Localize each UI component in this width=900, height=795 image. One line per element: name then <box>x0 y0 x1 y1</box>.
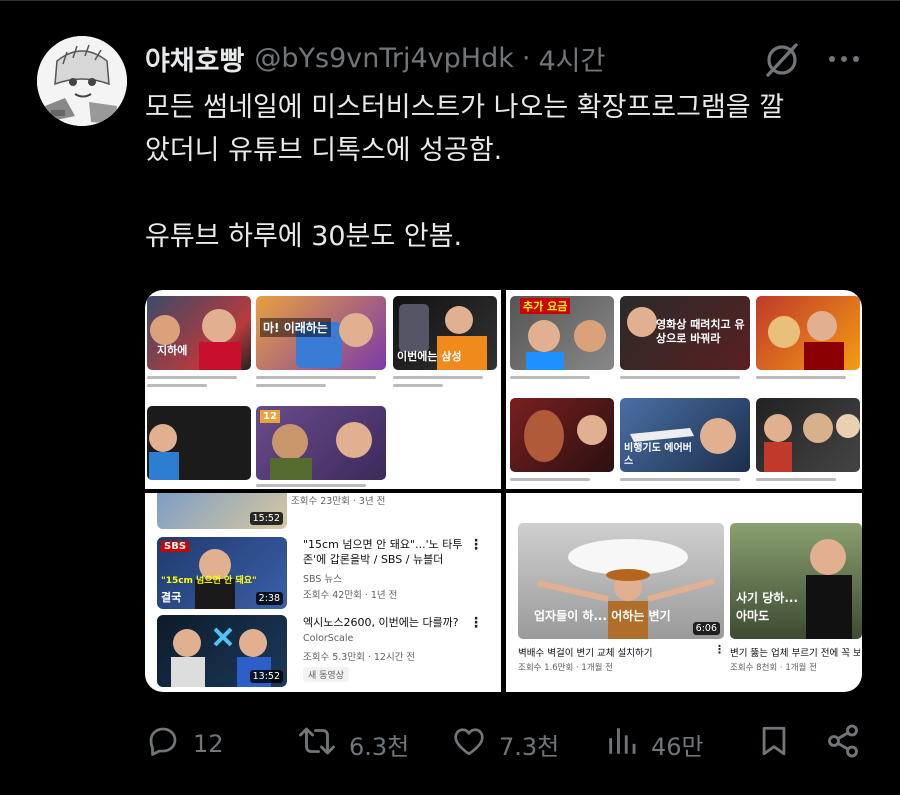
tweet[interactable]: 야채호빵 @bYs9vnTrj4vpHdk · 4시간 모든 썸네일에 미스터비… <box>0 0 900 795</box>
video-meta: 조회수 1.6만회 · 1개월 전 <box>518 663 613 673</box>
video-thumbnail <box>756 398 860 472</box>
repost-button[interactable]: 6.3천 <box>297 722 409 766</box>
meta-line <box>756 376 846 379</box>
views-count: 46만 <box>651 732 704 761</box>
video-meta: 조회수 23만회 · 3년 전 <box>291 496 386 507</box>
video-meta: 조회수 8천회 · 1개월 전 <box>730 663 817 673</box>
screenshot-panel-top-left: 지하에 마! 이래하는 이번에는 삼성 12 <box>145 290 501 489</box>
more-options-icon[interactable]: ⋮ <box>469 537 483 553</box>
screenshot-panel-bottom-left: 15:52 조회수 23만회 · 3년 전 SBS "15cm 넘으면 안 돼요… <box>145 493 501 692</box>
meta-line <box>256 484 366 487</box>
video-meta: 조회수 5.3만회 · 12시간 전 <box>303 652 416 663</box>
meta-line <box>756 478 836 481</box>
video-thumbnail: 이번에는 삼성 <box>393 296 497 370</box>
video-thumbnail: 마! 이래하는 <box>256 296 386 370</box>
views-icon <box>605 723 651 765</box>
meta-line <box>256 376 376 379</box>
thumb-text: 추가 요금 <box>520 298 571 314</box>
video-title[interactable]: "15cm 넘으면 안 돼요"...'노 타투 존'에 갑론을박 / SBS /… <box>303 537 473 567</box>
thumb-text: 마! 이래하는 <box>260 318 331 337</box>
repost-icon <box>297 723 349 765</box>
video-thumbnail <box>510 398 614 472</box>
meta-line <box>147 384 207 387</box>
video-title[interactable]: 엑시노스2600, 이번에는 다를까? <box>303 615 473 630</box>
like-count: 7.3천 <box>499 732 560 761</box>
video-duration: 6:06 <box>692 622 720 635</box>
video-thumbnail: SBS "15cm 넘으면 안 돼요" 결국 2:38 <box>157 537 287 609</box>
author-handle[interactable]: @bYs9vnTrj4vpHdk <box>254 43 513 74</box>
repost-count: 6.3천 <box>349 732 410 761</box>
video-thumbnail: 13:52 <box>157 615 287 687</box>
author-name[interactable]: 야채호빵 <box>145 39 244 78</box>
meta-line <box>510 478 590 481</box>
video-thumbnail: 12 <box>256 406 386 480</box>
video-meta: 조회수 42만회 · 1년 전 <box>303 590 398 601</box>
tweet-header: 야채호빵 @bYs9vnTrj4vpHdk · 4시간 <box>145 39 605 78</box>
screenshot-panel-top-right: 추가 요금 영화상 때려치고 유상으로 바꿔라 비행기도 에어버스 <box>506 290 862 489</box>
thumb-caption: "15cm 넘으면 안 돼요" <box>161 576 257 586</box>
thumb-badge: 12 <box>260 410 280 423</box>
share-icon <box>825 723 873 765</box>
reply-icon <box>145 723 193 765</box>
video-duration: 2:38 <box>255 592 283 605</box>
video-thumbnail: 영화상 때려치고 유상으로 바꿔라 <box>620 296 750 370</box>
meta-line <box>256 384 326 387</box>
thumb-text: 이번에는 삼성 <box>397 350 462 363</box>
tweet-text-line-2: 았더니 유튜브 디톡스에 성공함. <box>145 135 503 166</box>
thumb-text: 지하에 <box>157 344 188 357</box>
video-thumbnail: 15:52 <box>157 493 287 529</box>
reply-count: 12 <box>193 730 224 758</box>
new-video-badge: 새 동영상 <box>303 667 349 682</box>
share-button[interactable] <box>825 722 873 766</box>
timestamp[interactable]: 4시간 <box>538 39 605 78</box>
meta-line <box>393 376 483 379</box>
thumb-text: 영화상 때려치고 유상으로 바꿔라 <box>656 318 745 345</box>
channel-name[interactable]: ColorScale <box>303 633 353 644</box>
like-button[interactable]: 7.3천 <box>451 722 559 766</box>
video-thumbnail: 추가 요금 <box>510 296 614 370</box>
thumb-word: 결국 <box>161 591 182 604</box>
thumb-caption: 업자들이 하... 어하는 변기 <box>534 609 671 623</box>
tweet-image[interactable]: 지하에 마! 이래하는 이번에는 삼성 12 추가 요금 영화상 때려치고 유상… <box>145 290 862 692</box>
more-options-icon[interactable]: ⋮ <box>469 615 483 631</box>
video-thumbnail: 업자들이 하... 어하는 변기 6:06 <box>518 523 724 639</box>
video-thumbnail <box>756 296 860 370</box>
screenshot-panel-bottom-right: 업자들이 하... 어하는 변기 6:06 벽배수 벽걸이 변기 교체 설치하기… <box>506 493 862 692</box>
avatar[interactable] <box>37 36 127 126</box>
video-thumbnail <box>147 406 251 480</box>
thumb-text: 비행기도 에어버스 <box>624 443 692 467</box>
reply-button[interactable]: 12 <box>145 722 224 766</box>
views-button[interactable]: 46만 <box>605 722 704 766</box>
meta-line <box>147 376 237 379</box>
grok-icon[interactable] <box>762 40 802 80</box>
bookmark-icon <box>757 723 803 765</box>
video-title[interactable]: 변기 뚫는 업체 부르기 전에 꼭 보세요! <box>730 645 860 659</box>
tweet-text-line-3: 유튜브 하루에 30분도 안봄. <box>145 221 463 252</box>
meta-line <box>620 376 740 379</box>
video-duration: 13:52 <box>249 670 283 683</box>
video-title[interactable]: 벽배수 벽걸이 변기 교체 설치하기 <box>518 645 708 659</box>
channel-name[interactable]: SBS 뉴스 <box>303 571 342 585</box>
meta-line <box>393 384 443 387</box>
thumb-text: SBS <box>161 541 190 552</box>
like-icon <box>451 723 499 765</box>
video-thumbnail: 사기 당하... 아마도 <box>730 523 862 639</box>
thumb-caption: 사기 당하... 아마도 <box>736 591 799 623</box>
more-icon[interactable] <box>826 44 862 74</box>
video-thumbnail: 지하에 <box>147 296 251 370</box>
meta-line <box>510 376 590 379</box>
meta-line <box>620 478 740 481</box>
video-duration: 15:52 <box>249 512 283 525</box>
video-thumbnail: 비행기도 에어버스 <box>620 398 750 472</box>
action-bar: 12 6.3천 7.3천 46만 <box>145 722 862 766</box>
tweet-text: 모든 썸네일에 미스터비스트가 나오는 확장프로그램을 깔 았더니 유튜브 디톡… <box>145 86 875 258</box>
bookmark-button[interactable] <box>757 722 803 766</box>
separator-dot: · <box>521 42 531 74</box>
tweet-text-line-1: 모든 썸네일에 미스터비스트가 나오는 확장프로그램을 깔 <box>145 92 785 123</box>
